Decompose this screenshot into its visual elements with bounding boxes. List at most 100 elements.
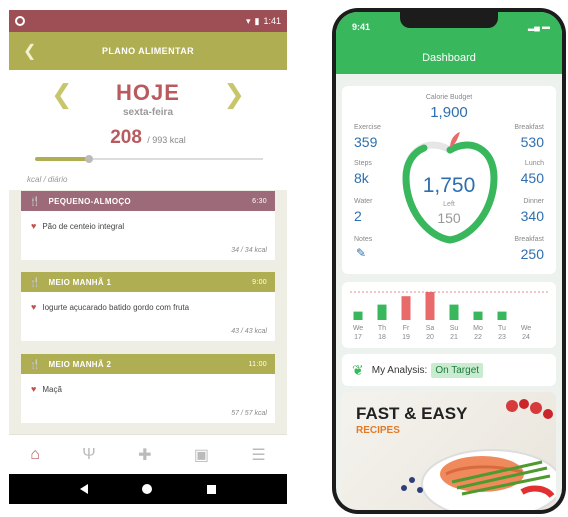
iphone-screen: 9:41 ▂▄ ▬ Dashboard Calorie Budget 1,900… (336, 12, 562, 510)
utensils-icon: 🍴 (29, 276, 41, 287)
calorie-progress-fill (35, 157, 88, 161)
calorie-budget-card: Calorie Budget 1,900 Exercise 359 Steps … (342, 86, 556, 274)
meal-item[interactable]: ♥ Maçã (21, 374, 275, 394)
calorie-progress-knob (85, 155, 94, 163)
date-label: 17 (354, 334, 362, 341)
meal-item-name: Pão de centeio integral (42, 221, 125, 231)
meal-card-breakfast[interactable]: 🍴 PEQUENO-ALMOÇO 6:30 ♥ Pão de centeio i… (21, 191, 275, 260)
meal-name: MEIO MANHÃ 2 (48, 359, 112, 369)
day-bar[interactable] (449, 304, 459, 320)
date-label: 21 (450, 334, 458, 341)
exercise-value[interactable]: 359 (354, 134, 377, 150)
meal-header: 🍴 PEQUENO-ALMOÇO 6:30 (21, 191, 275, 211)
notification-icon (15, 16, 25, 26)
recipes-promo-card[interactable]: FAST & EASY RECIPES (342, 392, 556, 510)
utensils-icon: 🍴 (29, 195, 41, 206)
notes-icon[interactable]: ✎ (356, 246, 366, 260)
date-label: 20 (426, 334, 434, 341)
dashboard-header: 9:41 ▂▄ ▬ Dashboard (336, 12, 562, 74)
previous-day-icon[interactable]: ❮ (51, 80, 73, 110)
list-icon[interactable]: ☰ (251, 445, 265, 465)
leaf-icon: ❦ (352, 361, 364, 378)
meal-header: 🍴 MEIO MANHÃ 2 11:00 (21, 354, 275, 374)
date-label: 24 (522, 334, 530, 341)
meal-time: 11:00 (248, 360, 267, 368)
day-bar[interactable] (401, 296, 411, 320)
day-label: Sa (426, 325, 435, 332)
meal-item-name: Maçã (42, 384, 62, 394)
heart-icon[interactable]: ♥ (31, 384, 36, 394)
status-time: 1:41 (263, 16, 281, 26)
day-label: Fr (403, 325, 410, 332)
next-day-icon[interactable]: ❯ (223, 80, 245, 110)
app-bar: ❮ PLANO ALIMENTAR (9, 32, 287, 70)
date-label: 22 (474, 334, 482, 341)
day-label: We (521, 325, 531, 332)
left-value: 150 (437, 210, 461, 226)
signal-battery-icon: ▂▄ ▬ (527, 22, 550, 31)
breakfast-label: Breakfast (514, 124, 544, 131)
calories-target: / 993 kcal (147, 135, 186, 145)
utensils-icon: 🍴 (29, 358, 41, 369)
day-label: Mo (473, 325, 483, 332)
day-bar[interactable] (425, 292, 435, 320)
meal-total: 57 / 57 kcal (231, 410, 267, 417)
status-time: 9:41 (352, 22, 371, 32)
weekly-chart-card: We 17 Th 18 Fr 19 Sa 20 Su 21 Mo 22 Tu 23 We 24 (342, 282, 556, 348)
recents-nav-icon[interactable] (206, 484, 216, 494)
meal-header: 🍴 MEIO MANHÃ 1 9:00 (21, 272, 275, 292)
notes-label: Notes (354, 236, 373, 243)
heart-icon[interactable]: ♥ (31, 302, 36, 312)
home-icon[interactable]: ⌂ (30, 446, 40, 464)
weekly-calorie-chart: We 17 Th 18 Fr 19 Sa 20 Su 21 Mo 22 Tu 23 We 24 (350, 291, 548, 341)
wifi-icon: ▾ (245, 15, 251, 26)
left-label: Left (443, 201, 455, 208)
calorie-progress-bar (35, 155, 263, 163)
day-bar[interactable] (497, 311, 507, 320)
snack-label: Breakfast (514, 236, 544, 243)
meal-total: 43 / 43 kcal (231, 328, 267, 335)
meal-name: MEIO MANHÃ 1 (48, 277, 112, 287)
page-title: PLANO ALIMENTAR (102, 46, 194, 56)
day-label: Th (378, 325, 386, 332)
snack-value[interactable]: 250 (521, 246, 544, 262)
iphone-frame: 9:41 ▂▄ ▬ Dashboard Calorie Budget 1,900… (332, 8, 566, 514)
calendar-icon[interactable]: ▣ (194, 445, 209, 465)
exercise-label: Exercise (354, 124, 381, 131)
battery-icon: ▮ (254, 15, 260, 26)
date-label: 23 (498, 334, 506, 341)
android-phone: ▾ ▮ 1:41 ❮ PLANO ALIMENTAR ❮ ❯ HOJE sext… (9, 10, 287, 504)
unit-label: kcal / diário (27, 175, 68, 184)
meal-time: 6:30 (252, 197, 267, 205)
heart-icon[interactable]: ♥ (31, 221, 36, 231)
home-nav-icon[interactable] (142, 484, 153, 494)
day-bar[interactable] (377, 304, 387, 320)
calorie-summary: 208 / 993 kcal (9, 127, 287, 149)
back-icon[interactable]: ❮ (23, 41, 37, 61)
day-label: We (353, 325, 363, 332)
date-label: 19 (402, 334, 410, 341)
meal-item[interactable]: ♥ Pão de centeio integral (21, 211, 275, 231)
calories-current: 208 (110, 127, 142, 148)
analysis-status-badge: On Target (431, 362, 484, 378)
meal-card-mid-morning-1[interactable]: 🍴 MEIO MANHÃ 1 9:00 ♥ Iogurte açucarado … (21, 272, 275, 341)
food-photo (401, 399, 556, 510)
meal-item[interactable]: ♥ Iogurte açucarado batido gordo com fru… (21, 292, 275, 312)
meal-item-name: Iogurte açucarado batido gordo com fruta (42, 302, 190, 312)
analysis-card[interactable]: ❦ My Analysis: On Target (342, 354, 556, 386)
utensils-icon[interactable]: Ψ (82, 446, 95, 464)
meal-card-mid-morning-2[interactable]: 🍴 MEIO MANHÃ 2 11:00 ♥ Maçã 57 / 57 kcal (21, 354, 275, 423)
meal-name: PEQUENO-ALMOÇO (48, 196, 131, 206)
bottom-navigation: ⌂ Ψ ✚ ▣ ☰ (9, 434, 287, 474)
calorie-budget-value: 1,900 (430, 104, 468, 121)
meal-time: 9:00 (252, 278, 267, 286)
calories-remaining: 1,750 (422, 174, 476, 197)
day-bar[interactable] (353, 311, 363, 320)
plus-icon[interactable]: ✚ (138, 445, 151, 465)
steps-label: Steps (354, 160, 372, 167)
back-nav-icon[interactable] (80, 484, 89, 494)
meal-total: 34 / 34 kcal (231, 247, 267, 254)
breakfast-value[interactable]: 530 (521, 134, 544, 150)
day-header: ❮ ❯ HOJE sexta-feira 208 / 993 kcal kcal… (9, 70, 287, 190)
day-bar[interactable] (473, 311, 483, 320)
